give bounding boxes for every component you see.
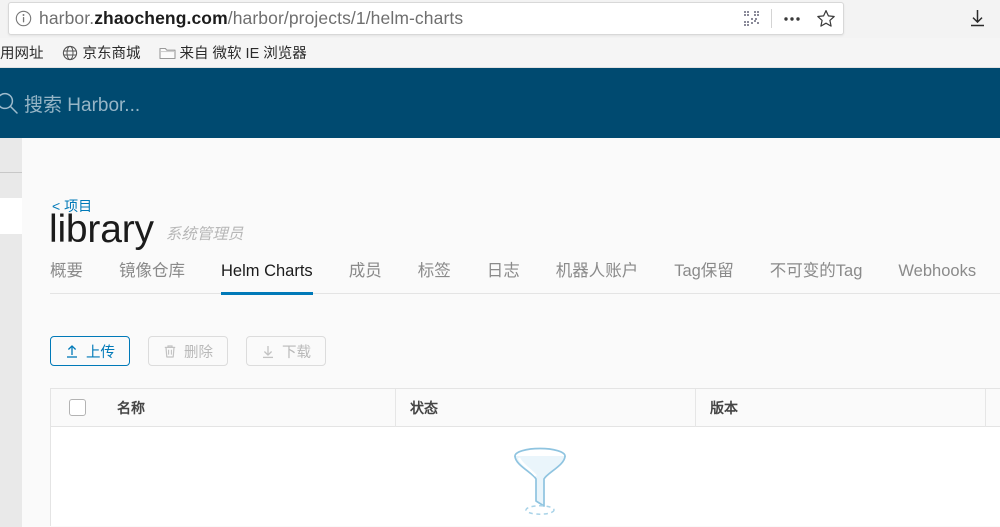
upload-button[interactable]: 上传 (50, 336, 130, 366)
bookmark-label: 京东商城 (82, 46, 141, 62)
delete-button-label: 删除 (184, 344, 213, 361)
column-header-version[interactable]: 版本 (695, 388, 985, 427)
project-tabs: 概要 镜像仓库 Helm Charts 成员 标签 日志 机器人账户 Tag保留… (50, 262, 1000, 296)
bookmarks-bar: 用网址 京东商城 来自 微软 IE 浏览器 (0, 38, 1000, 68)
rail-item-active[interactable] (0, 198, 22, 234)
bookmark-item-0[interactable]: 用网址 (0, 38, 53, 68)
info-circle-icon[interactable] (9, 2, 37, 35)
rail-item-1[interactable] (0, 173, 22, 198)
bookmark-item-1[interactable]: 京东商城 (53, 38, 150, 68)
search-icon (0, 90, 20, 116)
column-header-created[interactable]: 创 (985, 388, 1000, 427)
omnibox-actions (734, 2, 843, 35)
helm-charts-table: 名称 状态 版本 创 (50, 388, 1000, 526)
bookmark-item-2[interactable]: 来自 微软 IE 浏览器 (150, 38, 316, 68)
page-title: library (49, 208, 154, 251)
download-button[interactable]: 下载 (246, 336, 326, 366)
table-body-empty-state (51, 427, 1000, 526)
toolbar-divider (771, 9, 772, 28)
folder-icon (158, 45, 176, 61)
table-header-row: 名称 状态 版本 创 (51, 388, 1000, 427)
project-role-label: 系统管理员 (165, 225, 244, 243)
rail-item-rest[interactable] (0, 234, 22, 527)
tab-members[interactable]: 成员 (349, 262, 382, 295)
select-all-cell (51, 389, 103, 427)
chart-actions-toolbar: 上传 删除 下载 (50, 336, 326, 366)
star-icon[interactable] (809, 2, 843, 35)
tab-labels[interactable]: 标签 (418, 262, 451, 295)
url-prefix: harbor. (39, 8, 95, 28)
bookmark-label: 来自 微软 IE 浏览器 (179, 46, 307, 62)
column-header-name[interactable]: 名称 (103, 389, 395, 427)
select-all-checkbox[interactable] (68, 399, 86, 416)
tab-robot-accounts[interactable]: 机器人账户 (556, 262, 639, 295)
address-bar[interactable]: harbor.zhaocheng.com/harbor/projects/1/h… (8, 2, 844, 35)
browser-toolbar: harbor.zhaocheng.com/harbor/projects/1/h… (0, 0, 1000, 38)
download-arrow-icon (261, 344, 275, 359)
download-icon[interactable] (960, 2, 994, 35)
column-header-status[interactable]: 状态 (395, 388, 695, 427)
tab-webhooks[interactable]: Webhooks (898, 262, 976, 295)
search-placeholder-text: 搜索 Harbor... (24, 94, 141, 116)
url-text[interactable]: harbor.zhaocheng.com/harbor/projects/1/h… (37, 8, 734, 29)
project-title-row: library 系统管理员 (49, 208, 244, 251)
tab-tag-immutability[interactable]: 不可变的Tag (770, 262, 863, 295)
tab-helm-charts[interactable]: Helm Charts (221, 262, 313, 296)
download-button-label: 下载 (282, 344, 311, 361)
qr-code-icon[interactable] (734, 2, 768, 35)
tab-summary[interactable]: 概要 (50, 262, 83, 295)
more-horizontal-icon[interactable] (775, 2, 809, 35)
tab-repositories[interactable]: 镜像仓库 (119, 262, 185, 295)
browser-chrome: harbor.zhaocheng.com/harbor/projects/1/h… (0, 0, 1000, 68)
trash-icon (163, 344, 177, 359)
upload-button-label: 上传 (86, 344, 115, 361)
project-content: < 项目 library 系统管理员 概要 镜像仓库 Helm Charts 成… (22, 138, 1000, 527)
funnel-icon (509, 443, 571, 520)
url-host: zhaocheng.com (94, 8, 228, 28)
rail-item-0[interactable] (0, 138, 22, 172)
search-input[interactable]: 搜索 Harbor... (0, 88, 140, 118)
harbor-global-header (0, 68, 1000, 138)
url-path: /harbor/projects/1/helm-charts (227, 8, 464, 28)
upload-arrow-icon (65, 344, 79, 359)
bookmark-label: 用网址 (0, 46, 44, 62)
tab-tag-retention[interactable]: Tag保留 (674, 262, 734, 295)
globe-icon (62, 45, 78, 61)
delete-button[interactable]: 删除 (148, 336, 228, 366)
left-navigation-rail[interactable] (0, 138, 22, 527)
tab-logs[interactable]: 日志 (487, 262, 520, 295)
